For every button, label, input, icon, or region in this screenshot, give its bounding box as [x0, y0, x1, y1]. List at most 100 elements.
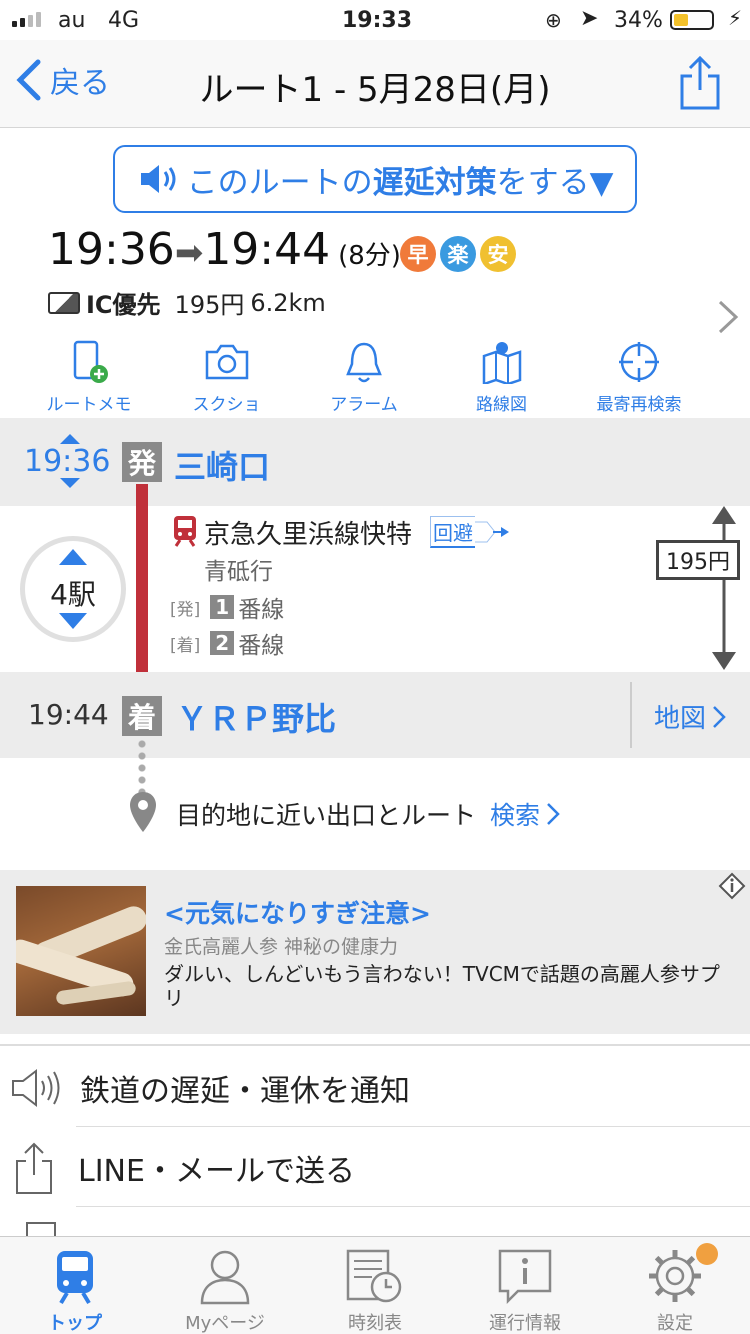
detour-label: 回避 — [430, 516, 475, 548]
depart-time: 19:36 — [48, 224, 175, 275]
arrival-row[interactable] — [0, 672, 750, 758]
platform-label: 番線 — [238, 633, 285, 659]
tab-settings[interactable]: 設定 — [600, 1237, 750, 1334]
segment-fare: 195円 — [656, 540, 740, 580]
page-title: ルート1 - 5月28日(月) — [199, 70, 551, 110]
tab-label: Myページ — [185, 1313, 265, 1334]
tool-label: アラーム — [330, 395, 398, 415]
tab-label: 時刻表 — [348, 1313, 402, 1334]
route-line — [136, 484, 148, 696]
share-icon[interactable] — [676, 54, 724, 112]
map-link-label: 地図 — [654, 704, 707, 734]
route-map-button[interactable]: 路線図 — [437, 340, 567, 415]
bell-icon — [346, 342, 382, 383]
ad-title: <元気になりすぎ注意> — [164, 899, 431, 928]
screenshot-button[interactable]: スクショ — [162, 340, 292, 415]
departure-mark: 発 — [122, 442, 162, 482]
departure-station[interactable]: 三崎口 — [174, 442, 270, 488]
tab-timetable[interactable]: 時刻表 — [300, 1237, 450, 1334]
platform-label: 番線 — [238, 597, 285, 623]
divider — [0, 1044, 750, 1046]
cheapest-badge: 安 — [480, 236, 516, 272]
chevron-right-icon[interactable] — [716, 298, 740, 336]
ad-info-icon[interactable] — [718, 872, 746, 900]
fastest-badge: 早 — [400, 236, 436, 272]
share-line-mail-row[interactable]: LINE・メールで送る — [0, 1128, 750, 1208]
departure-row[interactable] — [0, 418, 750, 506]
expand-up-icon — [59, 549, 87, 565]
signal-icon — [12, 12, 41, 27]
tool-label: ルートメモ — [46, 395, 132, 415]
fare-range-arrow — [712, 506, 736, 670]
route-times: 19:36 ➡ 19:44 (8分) — [48, 224, 401, 275]
camera-icon — [205, 344, 248, 380]
train-icon — [174, 516, 196, 547]
tool-label: スクショ — [192, 395, 261, 415]
route-memo-button[interactable]: ルートメモ — [24, 340, 154, 415]
duration: (8分) — [338, 241, 401, 271]
exit-route-text: 目的地に近い出口とルート — [176, 801, 477, 830]
navigation-bar: 戻る ルート1 - 5月28日(月) — [0, 40, 750, 128]
easiest-badge: 楽 — [440, 236, 476, 272]
fare: 195円 — [174, 291, 245, 319]
timetable-icon — [346, 1249, 402, 1303]
arrival-station[interactable]: ＹＲＰ野比 — [176, 694, 336, 740]
chevron-left-icon — [16, 59, 41, 101]
delay-notify-label: 鉄道の遅延・運休を通知 — [80, 1074, 410, 1109]
map-link[interactable]: 地図 — [654, 698, 726, 735]
delay-measures-button[interactable]: このルートの 遅延対策 をする▼ — [113, 145, 637, 213]
departure-platform: [発] 1 番線 — [170, 590, 284, 624]
phone-add-icon — [73, 340, 108, 383]
ic-label: IC優先 — [86, 291, 161, 319]
stop-count-circle[interactable]: 4駅 — [20, 536, 126, 642]
tab-label: 設定 — [657, 1313, 693, 1334]
tab-bar: トップ Myページ 時刻表 運行情報 設定 — [0, 1236, 750, 1334]
battery-icon — [670, 10, 714, 30]
line-name: 京急久里浜線快特 — [204, 520, 413, 550]
tab-label: 運行情報 — [489, 1313, 561, 1334]
detour-arrow-icon — [475, 521, 509, 543]
distance: 6.2km — [250, 288, 326, 317]
network: 4G — [108, 8, 140, 33]
route-badges: 早 楽 安 — [400, 236, 516, 272]
back-button[interactable]: 戻る — [14, 58, 110, 102]
back-label: 戻る — [50, 66, 110, 101]
clock: 19:33 — [342, 8, 413, 33]
speaker-icon — [12, 1068, 60, 1108]
chevron-right-icon — [547, 803, 560, 825]
ad-image[interactable] — [16, 886, 146, 1016]
speaker-icon — [140, 165, 176, 193]
delay-button-emphasis: 遅延対策 — [372, 164, 497, 201]
ad-sponsor: 金氏高麗人参 神秘の健康力 — [164, 936, 399, 958]
tool-label: 最寄再検索 — [596, 395, 682, 415]
train-destination: 青砥行 — [204, 559, 273, 585]
arrival-platform: [着] 2 番線 — [170, 626, 284, 660]
platform-tag: [発] — [170, 599, 201, 620]
exit-route-row[interactable]: 目的地に近い出口とルート 検索 — [176, 796, 560, 832]
charging-icon: ⚡ — [728, 6, 743, 30]
detour-button[interactable]: 回避 — [430, 516, 509, 548]
tab-mypage[interactable]: Myページ — [150, 1237, 300, 1334]
platform-tag: [着] — [170, 635, 201, 656]
delay-button-post: をする▼ — [496, 164, 614, 201]
tool-row: ルートメモ スクショ アラーム 路線図 最寄再検索 — [24, 340, 704, 415]
orientation-lock-icon: ⊕ — [545, 8, 562, 32]
info-icon — [498, 1249, 552, 1305]
chevron-right-icon — [713, 705, 726, 728]
fare-summary: IC優先 195円 6.2km — [48, 285, 326, 320]
person-icon — [200, 1250, 250, 1305]
carrier: au — [58, 8, 86, 33]
alarm-button[interactable]: アラーム — [299, 340, 429, 415]
tab-top[interactable]: トップ — [0, 1237, 150, 1334]
divider — [630, 682, 632, 748]
divider — [76, 1206, 750, 1207]
tool-label: 路線図 — [476, 395, 527, 415]
delay-notify-row[interactable]: 鉄道の遅延・運休を通知 — [0, 1048, 750, 1128]
nearest-research-button[interactable]: 最寄再検索 — [574, 340, 704, 415]
arrival-time: 19:44 — [28, 698, 109, 731]
map-icon — [482, 342, 521, 384]
arrow-icon: ➡ — [174, 233, 204, 273]
tab-service-info[interactable]: 運行情報 — [450, 1237, 600, 1334]
exit-search-link[interactable]: 検索 — [490, 796, 540, 832]
expand-down-icon — [59, 613, 87, 629]
